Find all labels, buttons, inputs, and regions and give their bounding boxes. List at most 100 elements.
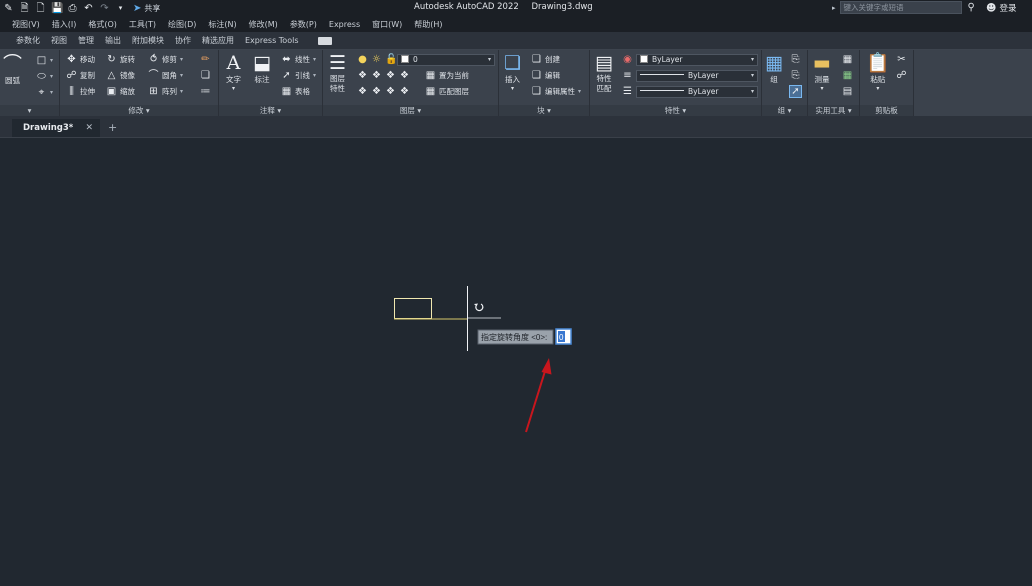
mirror-button[interactable]: △ 镜像: [106, 70, 135, 81]
fillet-button[interactable]: ⌒ 圆角 ▾: [148, 70, 184, 81]
erase-button[interactable]: ✏: [200, 54, 211, 65]
edit-block-button[interactable]: ❑ 编辑: [531, 70, 560, 81]
scale-button[interactable]: ▣ 缩放: [106, 86, 135, 97]
print-icon[interactable]: ⎙: [67, 3, 78, 14]
copy-clip-button[interactable]: ☍: [896, 70, 907, 81]
modify-panel-title[interactable]: 修改 ▾: [60, 105, 218, 116]
menu-item-window[interactable]: 窗口(W): [372, 19, 402, 30]
set-current-button[interactable]: ▦ 置为当前: [425, 70, 469, 81]
move-button[interactable]: ✥ 移动: [66, 54, 95, 65]
tab-parametric[interactable]: 参数化: [16, 35, 40, 46]
menu-item-express[interactable]: Express: [329, 20, 360, 29]
share-button[interactable]: ➤ 共享: [133, 3, 160, 14]
annotation-panel-title[interactable]: 注释 ▾: [219, 105, 322, 116]
ribbon-minimize-button[interactable]: [317, 36, 332, 45]
tab-manage[interactable]: 管理: [78, 35, 94, 46]
undo-icon[interactable]: ↶: [83, 3, 94, 14]
linear-button[interactable]: ⬌ 线性 ▾: [281, 54, 316, 65]
document-tab[interactable]: Drawing3* ✕: [12, 119, 100, 137]
menu-item-modify[interactable]: 修改(M): [249, 19, 278, 30]
arc-button[interactable]: ⌒ 圆弧: [3, 53, 22, 86]
tab-addins[interactable]: 附加模块: [132, 35, 164, 46]
menu-item-tools[interactable]: 工具(T): [129, 19, 156, 30]
ungroup-button[interactable]: ⎘: [790, 54, 801, 65]
lineweight-icon-button[interactable]: ≡: [622, 70, 633, 81]
layers-panel-title[interactable]: 图层 ▾: [323, 105, 498, 116]
linetype-select[interactable]: ByLayer ▾: [636, 86, 758, 98]
cut-button[interactable]: ✂: [896, 54, 907, 65]
login-button[interactable]: ☻ 登录: [986, 2, 1016, 15]
redo-icon[interactable]: ↷: [99, 3, 110, 14]
save-icon[interactable]: 💾: [51, 3, 63, 14]
new-file-icon[interactable]: 🗎: [19, 3, 30, 14]
hatch-button[interactable]: ⌖ ▾: [36, 87, 53, 98]
app-menu-icon[interactable]: ✎: [3, 3, 14, 14]
create-block-button[interactable]: ❑ 创建: [531, 54, 560, 65]
dimension-button[interactable]: ⬓ 标注: [253, 52, 271, 85]
menu-item-help[interactable]: 帮助(H): [414, 19, 442, 30]
linetype-icon-button[interactable]: ☰: [622, 86, 633, 97]
explode-button[interactable]: ❏: [200, 70, 211, 81]
tab-collaborate[interactable]: 协作: [175, 35, 191, 46]
measure-button[interactable]: ▬ 测量 ▾: [813, 52, 831, 92]
search-input[interactable]: 键入关键字或短语: [839, 1, 962, 14]
menu-item-insert[interactable]: 插入(I): [52, 19, 77, 30]
drawn-rectangle[interactable]: [394, 298, 432, 319]
utilities-panel-title[interactable]: 实用工具 ▾: [808, 105, 859, 116]
qat-dropdown-icon[interactable]: ▾: [115, 3, 126, 14]
menu-item-parametric[interactable]: 参数(P): [290, 19, 317, 30]
search-icon[interactable]: ⚲: [968, 2, 975, 13]
drawing-canvas[interactable]: 指定旋转角度 <0>: 0: [0, 138, 1032, 586]
ellipse-button[interactable]: ⬭ ▾: [36, 71, 53, 82]
menu-item-format[interactable]: 格式(O): [88, 19, 117, 30]
insert-block-button[interactable]: ❏ 插入 ▾: [504, 52, 521, 92]
rotate-button[interactable]: ↻ 旋转: [106, 54, 135, 65]
open-file-icon[interactable]: 🗋: [35, 3, 46, 14]
draw-panel-title[interactable]: ▾: [0, 105, 59, 116]
tab-output[interactable]: 输出: [105, 35, 121, 46]
menu-item-dimension[interactable]: 标注(N): [208, 19, 236, 30]
layer-tools-row-2[interactable]: ❖ ❖ ❖ ❖: [357, 86, 410, 97]
tab-featured-apps[interactable]: 精选应用: [202, 35, 234, 46]
group-button[interactable]: ▦ 组: [765, 52, 783, 85]
group-edit-button[interactable]: ⎘: [790, 70, 801, 81]
new-tab-plus-icon[interactable]: +: [108, 121, 117, 134]
tab-view[interactable]: 视图: [51, 35, 67, 46]
close-icon[interactable]: ✕: [85, 123, 93, 133]
calculator-button[interactable]: ▦: [842, 70, 853, 81]
lineweight-select[interactable]: ByLayer ▾: [636, 70, 758, 82]
offset-button[interactable]: ≔: [200, 86, 211, 97]
current-layer-select[interactable]: 0 ▾: [397, 54, 495, 66]
layer-tools-row-1[interactable]: ❖ ❖ ❖ ❖: [357, 70, 410, 81]
stretch-button[interactable]: ⫼ 拉伸: [66, 86, 95, 97]
clipboard-panel-title[interactable]: 剪贴板: [860, 105, 913, 116]
tab-express-tools[interactable]: Express Tools: [245, 36, 299, 45]
block-panel-title[interactable]: 块 ▾: [499, 105, 589, 116]
id-point-button[interactable]: ▤: [842, 86, 853, 97]
properties-panel-title[interactable]: 特性 ▾: [590, 105, 761, 116]
layer-properties-button[interactable]: ☰ 图层 特性: [329, 52, 346, 94]
layer-state-icons[interactable]: ● ☼ 🔓: [357, 54, 397, 65]
menu-item-draw[interactable]: 绘图(D): [168, 19, 196, 30]
search-caret-icon[interactable]: ▸: [832, 4, 836, 12]
quick-select-button[interactable]: ▦: [842, 54, 853, 65]
red-arrow-annotation: [525, 358, 552, 433]
color-wheel-button[interactable]: ◉: [622, 54, 633, 65]
edit-attributes-button[interactable]: ❑ 编辑属性 ▾: [531, 86, 581, 97]
copy-button[interactable]: ☍ 复制: [66, 70, 95, 81]
paste-button[interactable]: 📋 粘贴 ▾: [866, 52, 890, 92]
match-properties-button[interactable]: ▤ 特性 匹配: [595, 52, 613, 94]
dropdown-icon: ▾: [313, 72, 317, 79]
table-button[interactable]: ▦ 表格: [281, 86, 310, 97]
rectangle-button[interactable]: □ ▾: [36, 55, 53, 66]
panel-dropdown-icon: ▾: [145, 106, 150, 115]
leader-button[interactable]: ➚ 引线 ▾: [281, 70, 316, 81]
color-select[interactable]: ByLayer ▾: [636, 54, 758, 66]
trim-button[interactable]: ⥀ 修剪 ▾: [148, 54, 183, 65]
menu-item-view[interactable]: 视图(V): [12, 19, 40, 30]
groups-panel-title[interactable]: 组 ▾: [762, 105, 807, 116]
match-layer-button[interactable]: ▦ 匹配图层: [425, 86, 469, 97]
array-button[interactable]: ⊞ 阵列 ▾: [148, 86, 183, 97]
group-select-button[interactable]: ➚: [789, 85, 802, 98]
text-button[interactable]: A 文字 ▾: [226, 52, 241, 92]
